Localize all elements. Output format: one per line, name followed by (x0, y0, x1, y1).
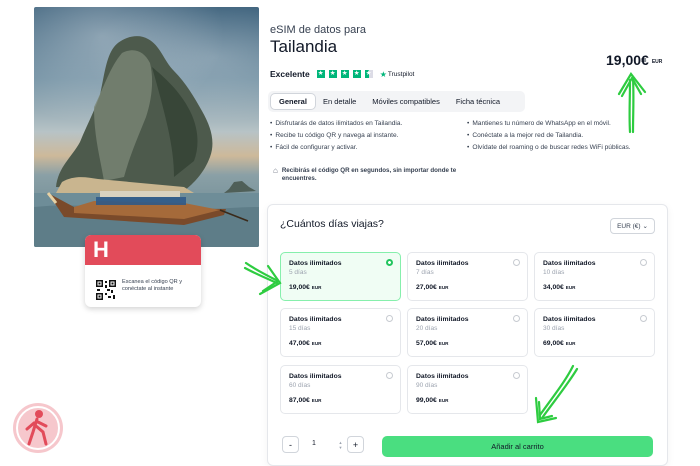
feature-item: Conéctate a la mejor red de Tailandia. (467, 132, 657, 140)
trustpilot-rating[interactable]: Excelente ★ ★ ★ ★ ★ ★ Trustpilot (270, 69, 414, 79)
star-icon: ★ (340, 70, 349, 78)
star-icon: ★ (328, 70, 337, 78)
day-option-10[interactable]: Datos ilimitados 10 días 34,00€ EUR (534, 252, 655, 301)
day-option-30[interactable]: Datos ilimitados 30 días 69,00€ EUR (534, 308, 655, 357)
radio-icon[interactable] (640, 315, 647, 322)
feature-list: Disfrutarás de datos ilimitados en Taila… (270, 120, 660, 152)
chevron-down-icon: ⌄ (642, 223, 648, 230)
product-tabs: General En detalle Móviles compatibles F… (268, 91, 525, 112)
tag-icon: ⌂ (273, 166, 278, 175)
day-option-7[interactable]: Datos ilimitados 7 días 27,00€ EUR (407, 252, 528, 301)
delivery-note: ⌂ Recibirás el código QR en segundos, si… (273, 167, 473, 182)
tab-ficha-tecnica[interactable]: Ficha técnica (448, 94, 508, 109)
half-star-icon: ★ (364, 70, 373, 78)
quantity-input[interactable]: 1 (312, 440, 316, 447)
feature-item: Disfrutarás de datos ilimitados en Taila… (270, 120, 467, 128)
star-icon: ★ (316, 70, 325, 78)
price-amount: 19,00€ (606, 52, 649, 68)
product-subtitle: eSIM de datos para (270, 24, 367, 36)
day-option-60[interactable]: Datos ilimitados 60 días 87,00€ EUR (280, 365, 401, 414)
radio-icon[interactable] (386, 372, 393, 379)
rating-label: Excelente (270, 69, 310, 79)
star-icon: ★ (352, 70, 361, 78)
days-question: ¿Cuántos días viajas? (280, 218, 384, 230)
product-price: 19,00€ EUR (606, 52, 662, 68)
delivery-note-text: Recibirás el código QR en segundos, sin … (281, 167, 457, 182)
price-currency: EUR (651, 59, 663, 65)
radio-icon[interactable] (513, 315, 520, 322)
radio-icon[interactable] (386, 315, 393, 322)
radio-icon[interactable] (640, 259, 647, 266)
quantity-spinner-icon[interactable]: ▲ ▼ (338, 440, 343, 450)
quantity-decrease-button[interactable]: - (282, 436, 299, 453)
day-option-20[interactable]: Datos ilimitados 20 días 57,00€ EUR (407, 308, 528, 357)
radio-icon[interactable] (513, 372, 520, 379)
product-title: Tailandia (270, 37, 338, 56)
feature-item: Recibe tu código QR y navega al instante… (270, 132, 467, 140)
qr-instructions: Escanea el código QR y conéctate al inst… (122, 279, 183, 292)
feature-item: Mantienes tu número de WhatsApp en el mó… (467, 120, 657, 128)
tab-moviles-compatibles[interactable]: Móviles compatibles (364, 94, 448, 109)
qr-code-icon (95, 279, 117, 301)
radio-selected-icon[interactable] (386, 259, 393, 266)
radio-icon[interactable] (513, 259, 520, 266)
day-option-90[interactable]: Datos ilimitados 90 días 99,00€ EUR (407, 365, 528, 414)
holafly-logo: H (93, 237, 109, 262)
days-panel: ¿Cuántos días viajas? EUR (€) ⌄ Datos ili… (267, 204, 668, 466)
product-image (34, 7, 259, 247)
currency-select[interactable]: EUR (€) ⌄ (610, 218, 655, 234)
add-to-cart-button[interactable]: Añadir al carrito (382, 436, 653, 457)
esim-card: H Escanea el código QR y conéctate al in… (85, 235, 201, 307)
trustpilot-star-icon: ★ (379, 69, 387, 79)
feature-item: Olvídate del roaming o de buscar redes W… (467, 144, 657, 152)
day-option-5[interactable]: Datos ilimitados 5 días 19,00€ EUR (280, 252, 401, 301)
tab-general[interactable]: General (271, 94, 315, 109)
day-option-15[interactable]: Datos ilimitados 15 días 47,00€ EUR (280, 308, 401, 357)
tab-en-detalle[interactable]: En detalle (315, 94, 364, 109)
feature-item: Fácil de configurar y activar. (270, 144, 467, 152)
trustpilot-logo: ★ Trustpilot (379, 69, 415, 79)
quantity-increase-button[interactable]: + (347, 436, 364, 453)
walking-person-logo-icon (13, 403, 63, 453)
